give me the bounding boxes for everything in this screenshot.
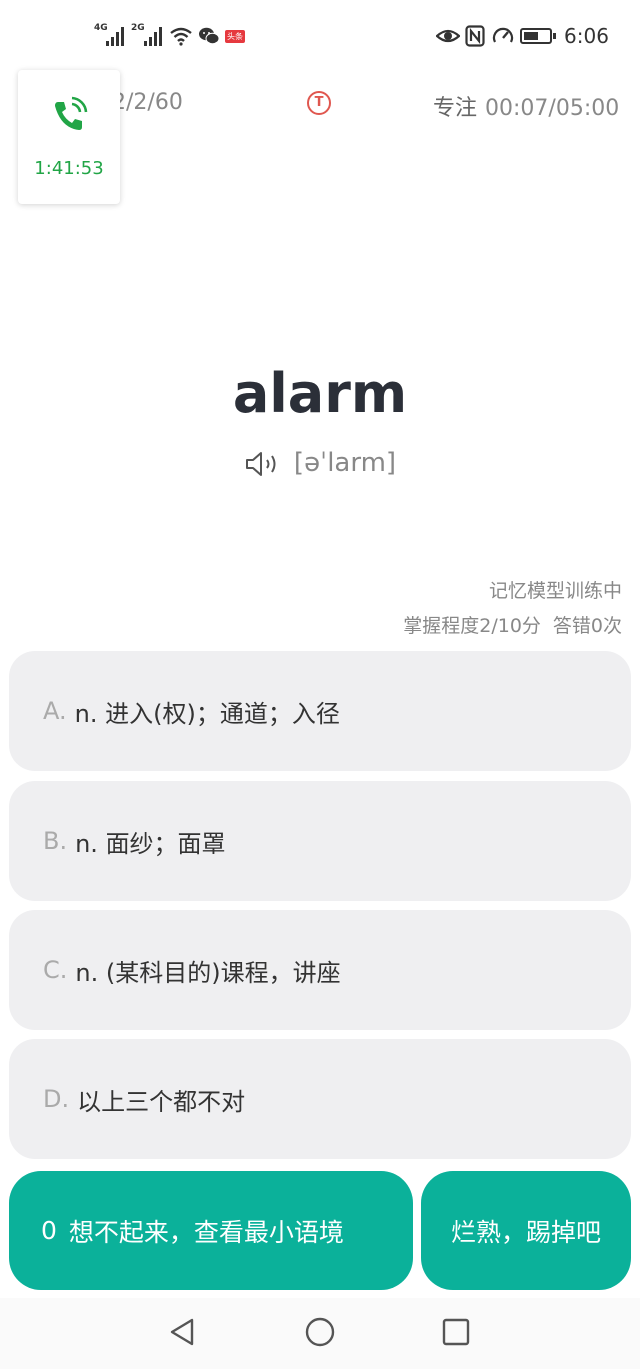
network-2g-label: 2G [131,23,145,33]
option-letter: D. [43,1085,70,1113]
eye-icon [436,29,460,43]
option-text: n. 进入(权)；通道；入径 [74,699,340,728]
option-letter: B. [43,827,68,855]
system-nav-bar [0,1298,640,1369]
option-text: 以上三个都不对 [77,1087,246,1116]
word-progress: 2/2/60 [112,90,183,115]
focus-label: 专注 [433,96,478,121]
wechat-icon [199,27,220,45]
option-a[interactable]: A. n. 进入(权)；通道；入径 [9,651,631,771]
nfc-icon [465,25,485,47]
square-recent-icon[interactable] [439,1315,473,1349]
known-label: 烂熟，踢掉吧 [450,1217,601,1247]
signal-bars-icon [144,26,162,46]
battery-icon [520,28,556,44]
pronunciation-row[interactable]: [əˈlarm] [0,448,640,478]
speaker-icon[interactable] [244,450,280,478]
call-duration: 1:41:53 [34,158,104,179]
speed-gauge-icon [492,27,514,43]
option-text: n. (某科目的)课程，讲座 [75,958,341,987]
signal-bars-icon [106,26,124,46]
phone-call-icon [55,96,88,130]
wifi-icon [170,27,192,46]
memory-model-status: 记忆模型训练中 [488,580,622,602]
known-kick-out-button[interactable]: 烂熟，踢掉吧 [421,1171,631,1290]
triangle-back-icon[interactable] [165,1315,199,1349]
circle-home-icon[interactable] [303,1315,337,1349]
focus-timer: 专注 00:07/05:00 [433,90,619,122]
status-bar: 4G 2G 头条 6:06 [0,0,640,72]
option-d[interactable]: D. 以上三个都不对 [9,1039,631,1159]
call-floating-bubble[interactable]: 1:41:53 [18,70,120,204]
status-time: 6:06 [564,24,609,48]
option-letter: C. [43,956,68,984]
forgot-count: 0 [41,1216,57,1245]
t-circle-icon[interactable]: T [307,91,331,115]
phonetic-text: [əˈlarm] [293,448,397,478]
training-stats: 掌握程度2/10分 答错0次 [403,611,622,638]
option-text: n. 面纱；面罩 [75,829,226,858]
forgot-view-context-button[interactable]: 0 想不起来，查看最小语境 [9,1171,413,1290]
option-c[interactable]: C. n. (某科目的)课程，讲座 [9,910,631,1030]
focus-time: 00:07/05:00 [485,96,620,121]
error-count: 答错0次 [552,615,622,637]
mastery-score: 掌握程度2/10分 [403,615,541,637]
forgot-label: 想不起来，查看最小语境 [68,1217,344,1247]
option-b[interactable]: B. n. 面纱；面罩 [9,781,631,901]
option-letter: A. [43,697,67,725]
toutiao-badge: 头条 [225,30,245,43]
word-title: alarm [232,362,408,425]
